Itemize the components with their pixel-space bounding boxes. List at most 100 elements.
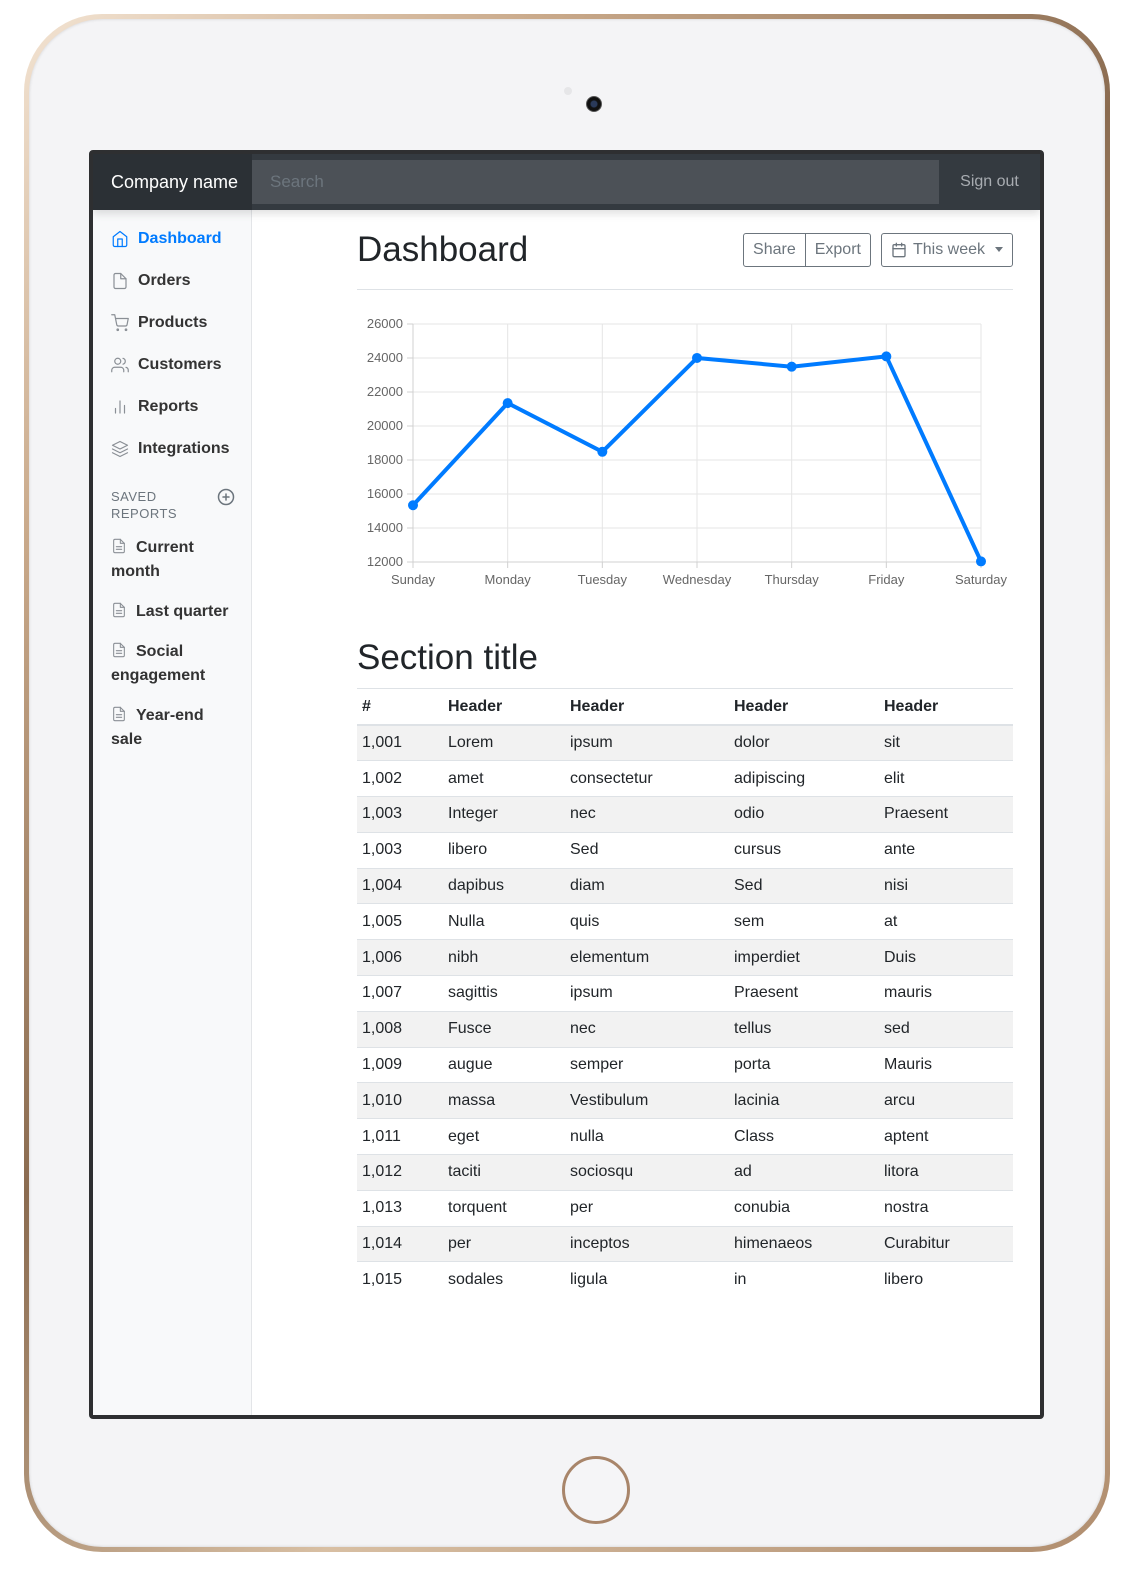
sidebar-nav: Dashboard Orders Products Customers Reports I… (93, 218, 251, 470)
table-row: 1,003 libero Sed cursus ante (357, 831, 1013, 869)
button-toolbar: Share Export This week (743, 232, 1013, 267)
users-icon (111, 356, 129, 374)
table-cell: 1,012 (357, 1154, 443, 1191)
table-cell: dapibus (443, 867, 565, 904)
table-cell: Praesent (729, 975, 879, 1012)
sidebar-item-integrations[interactable]: Integrations (93, 428, 251, 470)
sidebar-item-products[interactable]: Products (93, 302, 251, 344)
share-button[interactable]: Share (743, 232, 806, 267)
plus-circle-icon[interactable] (217, 488, 235, 506)
table-row: 1,015 sodales ligula in libero (357, 1261, 1013, 1298)
x-tick-label: Thursday (765, 572, 820, 587)
table-cell: Vestibulum (565, 1082, 729, 1119)
sidebar-item-dashboard[interactable]: Dashboard (93, 218, 251, 260)
data-point (502, 398, 513, 409)
table-header-row: # Header Header Header Header (357, 689, 1013, 726)
main-content: Dashboard Share Export This week 12000 14… (357, 210, 1013, 1298)
table-cell: 1,014 (357, 1225, 443, 1262)
search-input[interactable] (252, 160, 939, 204)
table-row: 1,008 Fusce nec tellus sed (357, 1010, 1013, 1048)
table-cell: lacinia (729, 1082, 879, 1119)
table-cell: nibh (443, 939, 565, 976)
x-tick-label: Wednesday (663, 572, 732, 587)
brand-link[interactable]: Company name (93, 154, 252, 210)
table-cell: porta (729, 1046, 879, 1083)
table-row: 1,005 Nulla quis sem at (357, 903, 1013, 940)
table-cell: imperdiet (729, 939, 879, 976)
table-row: 1,009 augue semper porta Mauris (357, 1046, 1013, 1083)
table-cell: nec (565, 1010, 729, 1048)
export-button[interactable]: Export (805, 232, 871, 267)
table-cell: 1,007 (357, 975, 443, 1012)
chart-svg: 12000 14000 16000 18000 20000 22000 24000 26000… (367, 316, 1008, 587)
data-point (692, 352, 702, 363)
table-cell: diam (565, 867, 729, 904)
table-cell: elementum (565, 939, 729, 976)
y-tick-label: 18000 (367, 452, 403, 467)
table-row: 1,010 massa Vestibulum lacinia arcu (357, 1082, 1013, 1119)
table-cell: elit (879, 760, 1013, 797)
bar-chart-icon (111, 398, 129, 416)
table-header-cell: Header (729, 689, 879, 726)
table-cell: 1,006 (357, 939, 443, 976)
table-header-cell: Header (565, 689, 729, 726)
page-title: Dashboard (357, 229, 529, 269)
saved-report-item[interactable]: Current month (93, 528, 251, 592)
table-row: 1,007 sagittis ipsum Praesent mauris (357, 975, 1013, 1012)
front-camera (586, 96, 602, 112)
table-body: 1,001 Lorem ipsum dolor sit 1,002 amet consecte… (357, 724, 1013, 1298)
file-text-icon (111, 642, 127, 658)
table-cell: 1,003 (357, 831, 443, 869)
date-range-dropdown[interactable]: This week (880, 232, 1013, 267)
table-cell: ad (729, 1154, 879, 1191)
x-tick-label: Sunday (391, 572, 436, 587)
line-chart: 12000 14000 16000 18000 20000 22000 24000 26000… (357, 304, 1017, 614)
x-tick-label: Friday (868, 572, 905, 587)
file-icon (111, 272, 129, 290)
saved-report-item[interactable]: Social engagement (93, 632, 251, 696)
sidebar-item-label: Integrations (138, 440, 230, 457)
table-cell: himenaeos (729, 1225, 879, 1262)
home-button[interactable] (562, 1456, 630, 1524)
table-cell: conubia (729, 1189, 879, 1227)
sidebar-item-reports[interactable]: Reports (93, 386, 251, 428)
table-cell: Class (729, 1118, 879, 1155)
shopping-cart-icon (111, 314, 129, 332)
table-cell: Mauris (879, 1046, 1013, 1083)
sign-out-link[interactable]: Sign out (939, 173, 1040, 191)
table-cell: massa (443, 1082, 565, 1119)
data-point (597, 446, 608, 457)
table-cell: litora (879, 1154, 1013, 1191)
table-cell: dolor (729, 724, 879, 761)
table-row: 1,013 torquent per conubia nostra (357, 1189, 1013, 1227)
table-row: 1,012 taciti sociosqu ad litora (357, 1154, 1013, 1191)
sensor-dot (564, 87, 572, 95)
table-cell: 1,011 (357, 1118, 443, 1155)
x-tick-label: Tuesday (578, 572, 628, 587)
table-cell: sit (879, 724, 1013, 761)
table-cell: Curabitur (879, 1225, 1013, 1262)
sidebar-item-label: Reports (138, 398, 199, 415)
calendar-icon (892, 242, 906, 257)
table-cell: nostra (879, 1189, 1013, 1227)
table-cell: quis (565, 903, 729, 940)
saved-report-item[interactable]: Year-end sale (93, 696, 251, 760)
y-tick-label: 14000 (367, 520, 403, 535)
table-cell: Integer (443, 796, 565, 833)
sidebar-item-orders[interactable]: Orders (93, 260, 251, 302)
table-cell: consectetur (565, 760, 729, 797)
table-cell: torquent (443, 1189, 565, 1227)
sidebar-item-customers[interactable]: Customers (93, 344, 251, 386)
table-cell: 1,013 (357, 1189, 443, 1227)
table-cell: Duis (879, 939, 1013, 976)
table-cell: eget (443, 1118, 565, 1155)
saved-report-item[interactable]: Last quarter (93, 592, 251, 632)
table-cell: taciti (443, 1154, 565, 1191)
table-cell: Fusce (443, 1010, 565, 1048)
sidebar-item-label: Products (138, 314, 208, 331)
table-cell: nec (565, 796, 729, 833)
x-tick-label: Saturday (955, 572, 1008, 587)
table-cell: Praesent (879, 796, 1013, 833)
data-point (786, 361, 797, 372)
table-cell: libero (443, 831, 565, 869)
